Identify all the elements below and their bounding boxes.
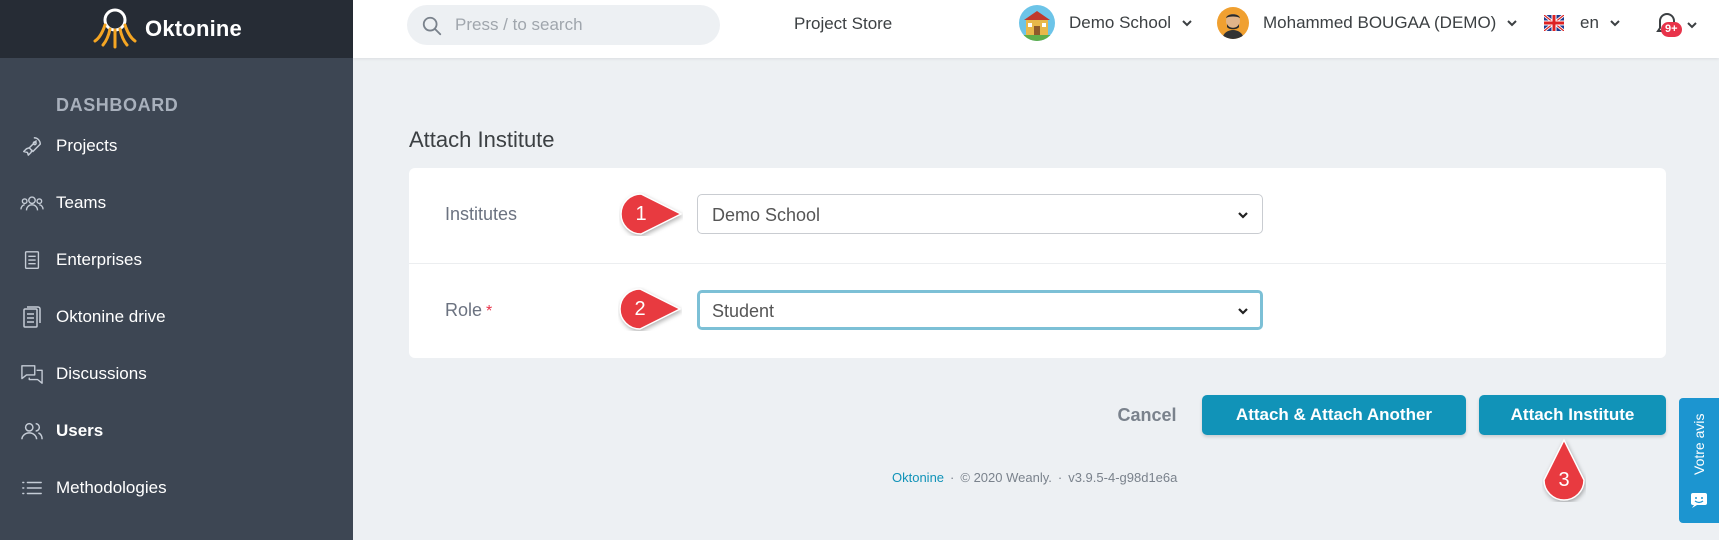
search-icon [422, 16, 442, 36]
sidebar-item-discussions[interactable]: Discussions [0, 354, 353, 394]
rocket-icon [20, 134, 44, 158]
search-input[interactable] [455, 5, 705, 45]
language-selector[interactable]: en [1544, 5, 1622, 41]
brand-name: Oktonine [145, 16, 242, 41]
attach-institute-button[interactable]: Attach Institute [1479, 395, 1666, 435]
project-store-link[interactable]: Project Store [794, 14, 892, 34]
uk-flag-icon [1544, 15, 1564, 31]
notifications-button[interactable]: 9+ [1649, 8, 1699, 42]
sidebar-item-oktonine-drive[interactable]: Oktonine drive [0, 297, 353, 337]
list-icon [20, 476, 44, 500]
octopus-logo-icon [93, 8, 137, 49]
school-label: Demo School [1069, 13, 1172, 32]
sidebar-item-label: Users [56, 421, 104, 440]
search-box[interactable] [407, 5, 720, 45]
sidebar: Oktonine DASHBOARD Projects Teams Enterp… [0, 0, 353, 540]
chevron-down-icon [1610, 20, 1620, 27]
team-icon [20, 191, 44, 215]
top-bar: Project Store Demo School [353, 0, 1719, 58]
smiley-chat-icon [1691, 493, 1707, 508]
users-icon [20, 419, 44, 443]
brand-header[interactable]: Oktonine [0, 0, 353, 58]
role-value: Student [712, 301, 775, 321]
feedback-tab[interactable]: Votre avis [1679, 398, 1719, 523]
sidebar-item-enterprises[interactable]: Enterprises [0, 240, 353, 280]
step-marker-label: 2 [634, 297, 646, 320]
chevron-down-icon [1687, 22, 1697, 29]
sidebar-item-label: Oktonine drive [56, 307, 166, 326]
footer: Oktonine · © 2020 Weanly. · v3.9.5-4-g98d1e6… [892, 470, 1177, 485]
user-menu[interactable]: Mohammed BOUGAA (DEMO) [1217, 5, 1519, 41]
sidebar-item-methodologies[interactable]: Methodologies [0, 468, 353, 508]
chevron-down-icon [1238, 212, 1248, 219]
role-select[interactable]: Student [697, 290, 1263, 330]
user-name: Mohammed BOUGAA (DEMO) [1263, 13, 1497, 32]
document-icon [20, 305, 44, 329]
sidebar-item-label: Discussions [56, 364, 147, 383]
sidebar-item-teams[interactable]: Teams [0, 183, 353, 223]
sidebar-item-users[interactable]: Users [0, 411, 353, 451]
step-marker-label: 3 [1558, 468, 1570, 491]
school-avatar [1019, 5, 1055, 41]
role-label: Role * [445, 300, 492, 321]
chevron-down-icon [1238, 308, 1248, 315]
language-label: en [1580, 13, 1599, 32]
institutes-select[interactable]: Demo School [697, 194, 1263, 234]
chat-icon [20, 362, 44, 386]
sidebar-section-title: DASHBOARD [56, 95, 179, 115]
page-title: Attach Institute [409, 127, 555, 152]
sidebar-item-label: Enterprises [56, 250, 142, 269]
attach-and-attach-another-button[interactable]: Attach & Attach Another [1202, 395, 1466, 435]
step-marker-3: 3 [1542, 438, 1586, 502]
footer-brand-link[interactable]: Oktonine [892, 470, 944, 485]
step-marker-1: 1 [619, 192, 683, 236]
institutes-row: Institutes Demo School [409, 168, 1666, 263]
step-marker-label: 1 [635, 202, 647, 225]
feedback-label: Votre avis [1691, 413, 1707, 475]
sidebar-item-label: Methodologies [56, 478, 167, 497]
footer-separator: · [1057, 470, 1063, 485]
user-avatar [1217, 7, 1249, 39]
role-label-text: Role [445, 300, 483, 320]
cancel-button[interactable]: Cancel [1112, 401, 1182, 429]
sidebar-item-label: Projects [56, 136, 118, 155]
footer-version: v3.9.5-4-g98d1e6a [1068, 470, 1178, 485]
role-row: Role * Student [409, 263, 1666, 358]
chevron-down-icon [1182, 20, 1192, 27]
attach-institute-form: Institutes Demo School Role * Student [409, 168, 1666, 358]
school-selector[interactable]: Demo School [1019, 5, 1194, 41]
notification-badge: 9+ [1661, 22, 1682, 37]
institutes-label: Institutes [445, 204, 518, 224]
footer-separator: · [950, 470, 955, 485]
building-icon [20, 248, 44, 272]
chevron-down-icon [1507, 20, 1518, 27]
required-mark: * [486, 303, 493, 320]
sidebar-item-label: Teams [56, 193, 107, 212]
institutes-value: Demo School [712, 205, 821, 225]
step-marker-2: 2 [618, 287, 682, 331]
footer-copyright: © 2020 Weanly. [960, 470, 1052, 485]
sidebar-item-projects[interactable]: Projects [0, 126, 353, 166]
